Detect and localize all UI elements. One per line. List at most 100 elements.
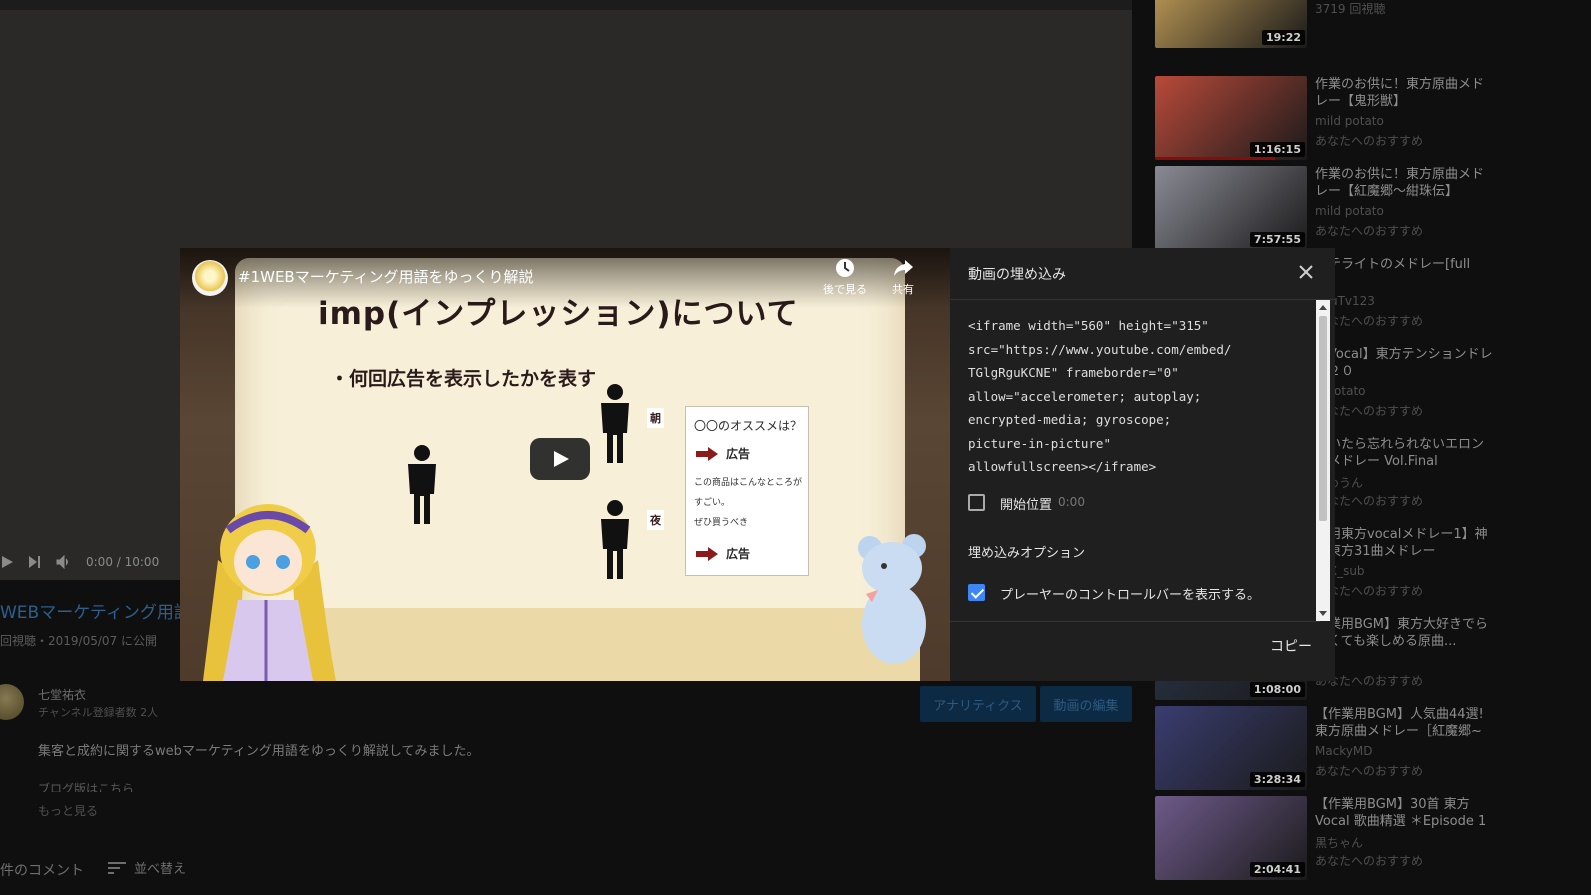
ad-row-1: 広告 [696,445,750,462]
share-button[interactable]: 共有 [878,258,928,297]
video-card-channel: mild potato [1315,114,1384,128]
share-label: 共有 [892,283,914,296]
video-thumbnail[interactable]: 2:04:41 [1155,796,1307,880]
play-button[interactable] [530,438,590,480]
divider [950,299,1335,300]
embed-code-line: picture-in-picture" [968,435,1111,451]
share-icon [894,260,913,276]
slide-bullet: ・何回広告を表示したかを表す [330,368,597,390]
ad-note: この商品はこんなところが すごい。 ぜひ買うべき [694,473,802,533]
label-night: 夜 [647,510,664,530]
ad-row-2: 広告 [696,545,750,562]
video-title: WEBマーケティング用語 [0,603,191,623]
video-card-title: 【作業用BGM】30首 東方Vocal 歌曲精選 ＊Episode 1＊ [1315,797,1487,829]
recommended-video-card[interactable]: 19:22 3719 回視聴 [1155,0,1495,48]
edit-video-button[interactable]: 動画の編集 [1040,686,1132,722]
video-card-recommended: あなたへのおすすめ [1315,854,1424,868]
embed-code[interactable]: <iframe width="560" height="315" src="htt… [968,314,1308,479]
video-card-recommended: あなたへのおすすめ [1315,764,1424,778]
embed-code-line: encrypted-media; gyroscope; [968,412,1172,427]
video-card-title: サテライトのメドレー[full [1315,257,1471,272]
video-card-title: 方Vocal】東方テンションドレー２０ [1315,347,1493,379]
video-card-title: 作業のお供に！東方原曲メドレー【紅魔郷〜紺珠伝】 [1315,167,1485,199]
ad-note-line: この商品はこんなところが [694,478,803,488]
embed-code-line: <iframe width="560" height="315" [968,318,1209,333]
start-at-label: 開始位置 [1000,498,1053,513]
video-description: 集客と成約に関するwebマーケティング用語をゆっくり解説してみました。 [38,744,480,759]
character-girl [203,504,336,681]
player-time: 0:00 / 10:00 [86,555,160,569]
sort-icon [108,861,126,874]
scroll-down-icon[interactable] [1319,611,1327,616]
person-figure-night [601,500,629,579]
duration-badge: 1:08:00 [1249,682,1305,697]
duration-badge: 1:16:15 [1249,142,1305,157]
clock-icon [836,259,854,277]
video-preview-title[interactable]: #1WEBマーケティング用語をゆっくり解説 [238,266,534,287]
start-at-checkbox[interactable] [968,494,985,511]
analytics-button[interactable]: アナリティクス [920,686,1036,722]
label-morning: 朝 [647,408,664,428]
video-thumbnail[interactable]: 19:22 [1155,0,1307,48]
embed-options-heading: 埋め込みオプション [968,546,1086,561]
show-controls-label: プレーヤーのコントロールバーを表示する。 [1000,588,1261,603]
recommended-video-card[interactable]: 7:57:55 作業のお供に！東方原曲メドレー【紅魔郷〜紺珠伝】 mild pota… [1155,166,1495,250]
video-card-title: 業用東方vocalメドレー1】神曲東方31曲メドレー [1315,527,1488,559]
video-thumbnail[interactable]: 3:28:34 [1155,706,1307,790]
recommended-video-card[interactable]: 2:04:41 【作業用BGM】30首 東方Vocal 歌曲精選 ＊Episode… [1155,796,1495,880]
video-description-line2: ブログ版はこちら [38,782,135,792]
video-card-channel: 3719 回視聴 [1315,2,1386,16]
video-card-title: 作業のお供に！東方原曲メドレー【鬼形獣】 [1315,77,1485,109]
sort-button[interactable]: 並べ替え [108,858,186,877]
video-card-title: 【作業用BGM】人気曲44選! 東方原曲メドレー［紅魔郷~紺... [1315,707,1484,739]
show-more-link[interactable]: もっと見る [38,802,98,819]
video-card-channel: MackyMD [1315,744,1373,758]
video-preview[interactable]: imp(インプレッション)について ・何回広告を表示したかを表す 朝 夜 〇〇の… [180,248,950,681]
player-controls: 0:00 / 10:00 [0,548,200,576]
close-icon[interactable] [1296,262,1316,282]
arrow-right-icon [696,546,718,561]
video-channel-avatar[interactable] [192,260,228,296]
embed-code-line: allow="accelerometer; autoplay; [968,388,1202,404]
channel-subscribers: チャンネル登録者数 2人 [38,706,159,719]
volume-icon[interactable] [56,555,72,569]
ad-note-line: ぜひ買うべき [694,518,749,528]
start-at-time[interactable]: 0:00 [1058,495,1085,509]
duration-badge: 2:04:41 [1249,862,1305,877]
comments-count: 件のコメント [0,863,84,879]
duration-badge: 7:57:55 [1249,232,1305,247]
video-meta: 回視聴・2019/05/07 に公開 [0,634,157,648]
copy-button[interactable]: コピー [1270,636,1312,656]
watch-later-button[interactable]: 後で見る [820,258,870,297]
next-icon[interactable] [28,555,42,569]
ad-label: 広告 [726,447,751,461]
play-icon[interactable] [0,555,14,569]
embed-scrollbar[interactable] [1316,300,1330,621]
video-card-channel: 黒ちゃん [1315,836,1364,850]
embed-code-line: TGlgRguKCNE" frameborder="0" [968,365,1179,380]
person-figure [408,445,436,524]
recommended-video-card[interactable]: 1:16:15 作業のお供に！東方原曲メドレー【鬼形獣】 mild potato あな… [1155,76,1495,160]
duration-badge: 19:22 [1261,30,1305,45]
recommended-video-card[interactable]: 3:28:34 【作業用BGM】人気曲44選! 東方原曲メドレー［紅魔郷~紺...… [1155,706,1495,790]
channel-name[interactable]: 七堂祐衣 [38,686,86,703]
ad-question: 〇〇のオススメは？ [694,419,803,433]
watch-later-label: 後で見る [823,283,867,296]
duration-badge: 3:28:34 [1249,772,1305,787]
embed-panel: 動画の埋め込み <iframe width="560" height="315"… [950,248,1335,681]
video-card-title: 作業用BGM】東方大好きでらなくても楽しめる原曲... [1315,617,1488,649]
character-bear [858,534,926,664]
scroll-thumb[interactable] [1319,316,1327,521]
arrow-right-icon [696,446,718,461]
video-card-recommended: あなたへのおすすめ [1315,134,1424,148]
watch-progress-bar [1155,157,1275,160]
embed-title: 動画の埋め込み [968,267,1066,283]
divider [950,621,1320,622]
sort-label: 並べ替え [134,862,187,877]
show-controls-checkbox[interactable] [968,584,985,601]
video-thumbnail[interactable]: 1:16:15 [1155,76,1307,160]
embed-modal: imp(インプレッション)について ・何回広告を表示したかを表す 朝 夜 〇〇の… [180,248,1335,681]
video-thumbnail[interactable]: 7:57:55 [1155,166,1307,250]
scroll-up-icon[interactable] [1319,305,1327,310]
embed-code-line: src="https://www.youtube.com/embed/ [968,341,1232,357]
